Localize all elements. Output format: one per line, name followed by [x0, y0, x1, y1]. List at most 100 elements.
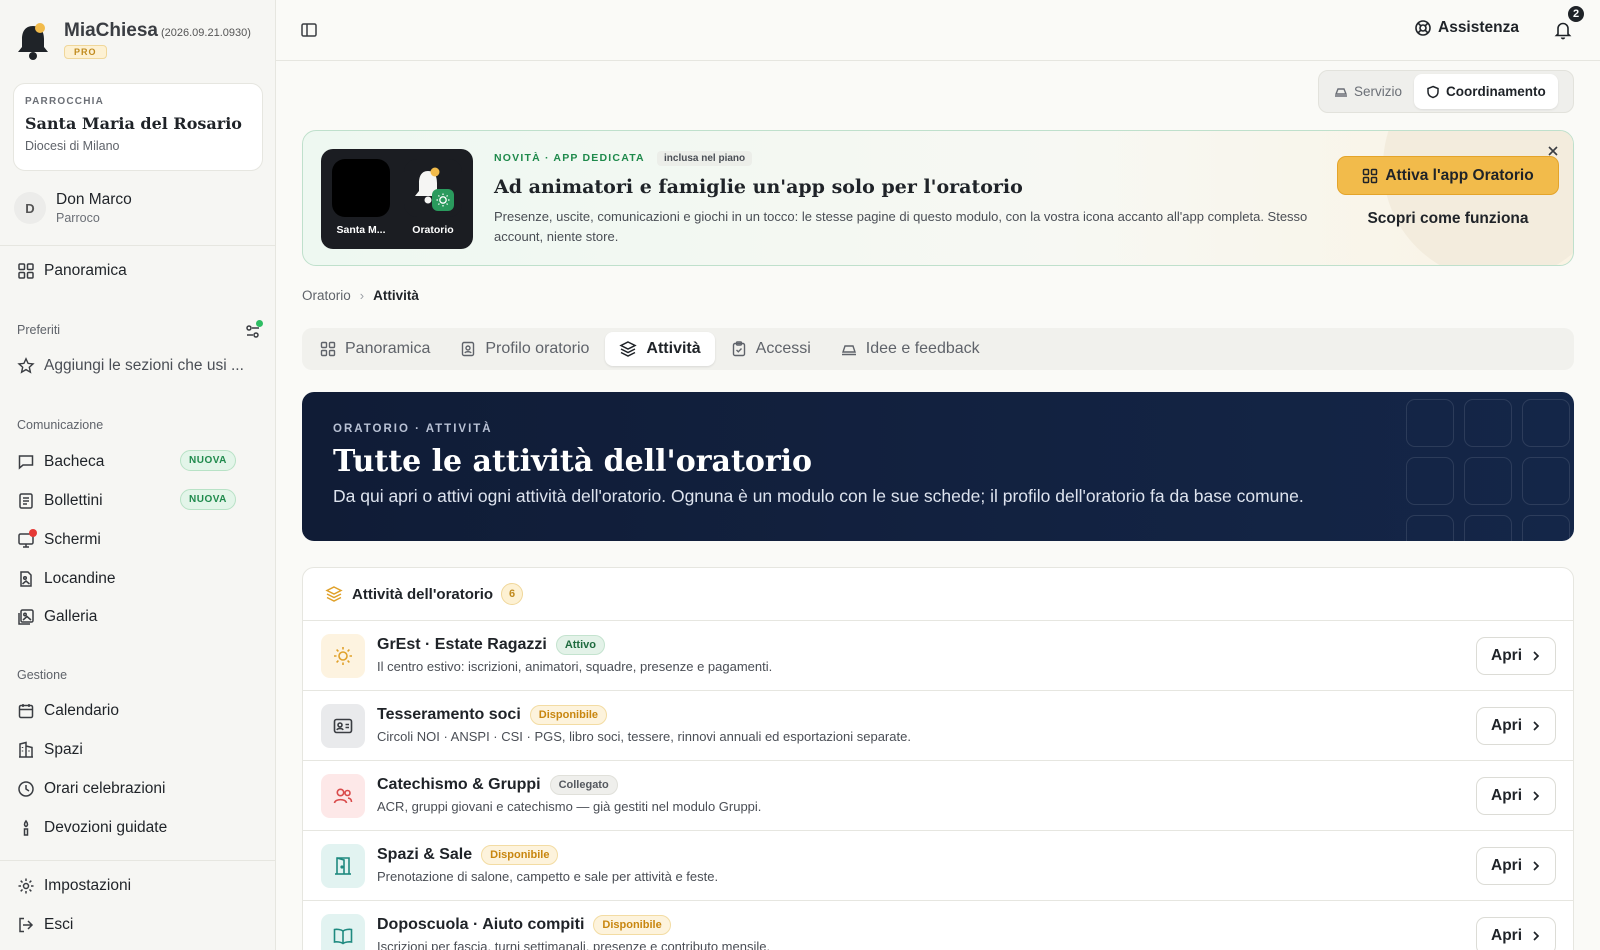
activity-row[interactable]: GrEst · Estate Ragazzi Attivo Il centro …	[303, 621, 1573, 691]
nav-bollettini[interactable]: Bollettini	[17, 488, 103, 514]
mode-coordination-button[interactable]: Coordinamento	[1414, 74, 1558, 109]
users-icon	[321, 774, 365, 818]
nav-esci[interactable]: Esci	[17, 912, 73, 938]
tab-attivita-label: Attività	[646, 340, 701, 357]
activity-title-text: GrEst · Estate Ragazzi	[377, 636, 547, 653]
new-badge: NUOVA	[180, 450, 236, 471]
oratorio-app-label: Oratorio	[412, 224, 454, 236]
tab-idee[interactable]: Idee e feedback	[827, 332, 994, 366]
app-preview: Santa M... Oratorio	[321, 149, 473, 249]
customize-favorites-icon[interactable]	[244, 320, 263, 340]
promo-text: Presenze, uscite, comunicazioni e giochi…	[494, 209, 1308, 244]
sidebar-toggle-icon[interactable]	[300, 21, 318, 39]
parish-card[interactable]: PARROCCHIA Santa Maria del Rosario Dioce…	[13, 83, 263, 171]
chevron-right-icon	[1522, 860, 1541, 872]
tab-panoramica[interactable]: Panoramica	[306, 332, 444, 366]
nav-schermi-label: Schermi	[44, 531, 101, 548]
brand-name: MiaChiesa	[64, 20, 158, 41]
clipboard-icon	[731, 341, 756, 357]
new-badge: NUOVA	[180, 489, 236, 510]
tab-accessi[interactable]: Accessi	[717, 332, 825, 366]
monitor-icon	[17, 529, 37, 549]
brand[interactable]: MiaChiesa (2026.09.21.0930) PRO	[16, 20, 251, 62]
newspaper-icon	[17, 492, 35, 510]
management-title: Gestione	[17, 668, 68, 682]
communication-title: Comunicazione	[17, 418, 104, 432]
activate-app-button[interactable]: Attiva l'app Oratorio	[1337, 156, 1559, 195]
nav-impostazioni-label: Impostazioni	[44, 877, 132, 894]
nav-orari-label: Orari celebrazioni	[44, 780, 166, 797]
alert-dot	[29, 529, 37, 537]
mode-service-button[interactable]: Servizio	[1322, 74, 1414, 109]
avatar: D	[14, 192, 46, 224]
promo-title: Ad animatori e famiglie un'app solo per …	[494, 176, 1023, 198]
nav-esci-label: Esci	[44, 916, 74, 933]
nav-galleria[interactable]: Galleria	[17, 604, 97, 630]
nav-spazi-label: Spazi	[44, 741, 83, 758]
activity-desc: Iscrizioni per fascia, turni settimanali…	[377, 939, 771, 950]
open-button[interactable]: Apri	[1476, 847, 1556, 885]
promo-banner: Santa M... Oratorio NOVITÀ · APP DEDICAT…	[302, 130, 1574, 266]
clock-icon	[17, 780, 35, 798]
nav-spazi[interactable]: Spazi	[17, 737, 83, 763]
nav-impostazioni[interactable]: Impostazioni	[17, 873, 131, 899]
activity-row[interactable]: Tesseramento soci Disponibile Circoli NO…	[303, 691, 1573, 761]
activity-title-text: Spazi & Sale	[377, 846, 473, 863]
megaphone-icon	[1334, 85, 1354, 99]
open-button[interactable]: Apri	[1476, 707, 1556, 745]
user-profile[interactable]: D Don Marco Parroco	[14, 191, 132, 225]
tab-attivita[interactable]: Attività	[605, 332, 715, 366]
nav-overview[interactable]: Panoramica	[17, 258, 127, 284]
learn-more-link[interactable]: Scopri come funziona	[1337, 210, 1559, 228]
open-button[interactable]: Apri	[1476, 777, 1556, 815]
help-button[interactable]: Assistenza	[1414, 19, 1519, 37]
open-label: Apri	[1491, 717, 1522, 734]
chevron-right-icon	[1522, 790, 1541, 802]
breadcrumb: Oratorio › Attività	[302, 288, 419, 303]
activity-row[interactable]: Spazi & Sale Disponibile Prenotazione di…	[303, 831, 1573, 901]
activities-card: Attività dell'oratorio 6 GrEst · Estate …	[302, 567, 1574, 950]
user-name: Don Marco	[56, 191, 132, 208]
book-open-icon	[321, 914, 365, 950]
tab-panoramica-label: Panoramica	[345, 340, 431, 357]
nav-calendario[interactable]: Calendario	[17, 698, 119, 724]
decorative-grid	[1404, 392, 1574, 541]
nav-locandine-label: Locandine	[44, 570, 116, 587]
parish-diocese: Diocesi di Milano	[25, 139, 120, 153]
open-button[interactable]: Apri	[1476, 637, 1556, 675]
status-badge: Disponibile	[529, 705, 608, 725]
nav-bollettini-label: Bollettini	[44, 492, 103, 509]
nav-schermi[interactable]: Schermi	[17, 527, 101, 553]
activity-title: Catechismo & Gruppi Collegato	[377, 775, 618, 795]
close-icon[interactable]	[1547, 145, 1559, 157]
file-image-icon	[17, 570, 35, 588]
notifications-count: 2	[1566, 4, 1586, 24]
nav-devozioni[interactable]: Devozioni guidate	[17, 815, 167, 841]
nav-orari[interactable]: Orari celebrazioni	[17, 776, 165, 802]
hero-title: Tutte le attività dell'oratorio	[333, 444, 813, 479]
layers-icon	[325, 585, 352, 603]
grid-icon	[1362, 168, 1385, 184]
activity-row[interactable]: Doposcuola · Aiuto compiti Disponibile I…	[303, 901, 1573, 950]
layers-icon	[619, 340, 646, 358]
tab-idee-label: Idee e feedback	[865, 340, 980, 357]
parish-kicker: PARROCCHIA	[25, 96, 105, 107]
plan-badge: PRO	[64, 45, 107, 59]
chevron-right-icon	[1522, 930, 1541, 942]
hero-text: Da qui apri o attivi ogni attività dell'…	[333, 486, 1304, 506]
shield-icon	[1426, 85, 1446, 99]
notifications-bell-icon[interactable]	[1554, 20, 1572, 40]
activity-title: Doposcuola · Aiuto compiti Disponibile	[377, 915, 671, 935]
mode-coordination-label: Coordinamento	[1446, 84, 1546, 99]
nav-locandine[interactable]: Locandine	[17, 566, 116, 592]
add-favorites[interactable]: Aggiungi le sezioni che usi ...	[17, 353, 244, 379]
nav-devozioni-label: Devozioni guidate	[44, 819, 168, 836]
activity-row[interactable]: Catechismo & Gruppi Collegato ACR, grupp…	[303, 761, 1573, 831]
sun-icon	[321, 634, 365, 678]
images-icon	[17, 608, 35, 626]
hero-banner: ORATORIO · ATTIVITÀ Tutte le attività de…	[302, 392, 1574, 541]
activity-title: GrEst · Estate Ragazzi Attivo	[377, 635, 605, 655]
tab-profilo[interactable]: Profilo oratorio	[446, 332, 603, 366]
breadcrumb-parent[interactable]: Oratorio	[302, 288, 351, 303]
open-button[interactable]: Apri	[1476, 917, 1556, 950]
